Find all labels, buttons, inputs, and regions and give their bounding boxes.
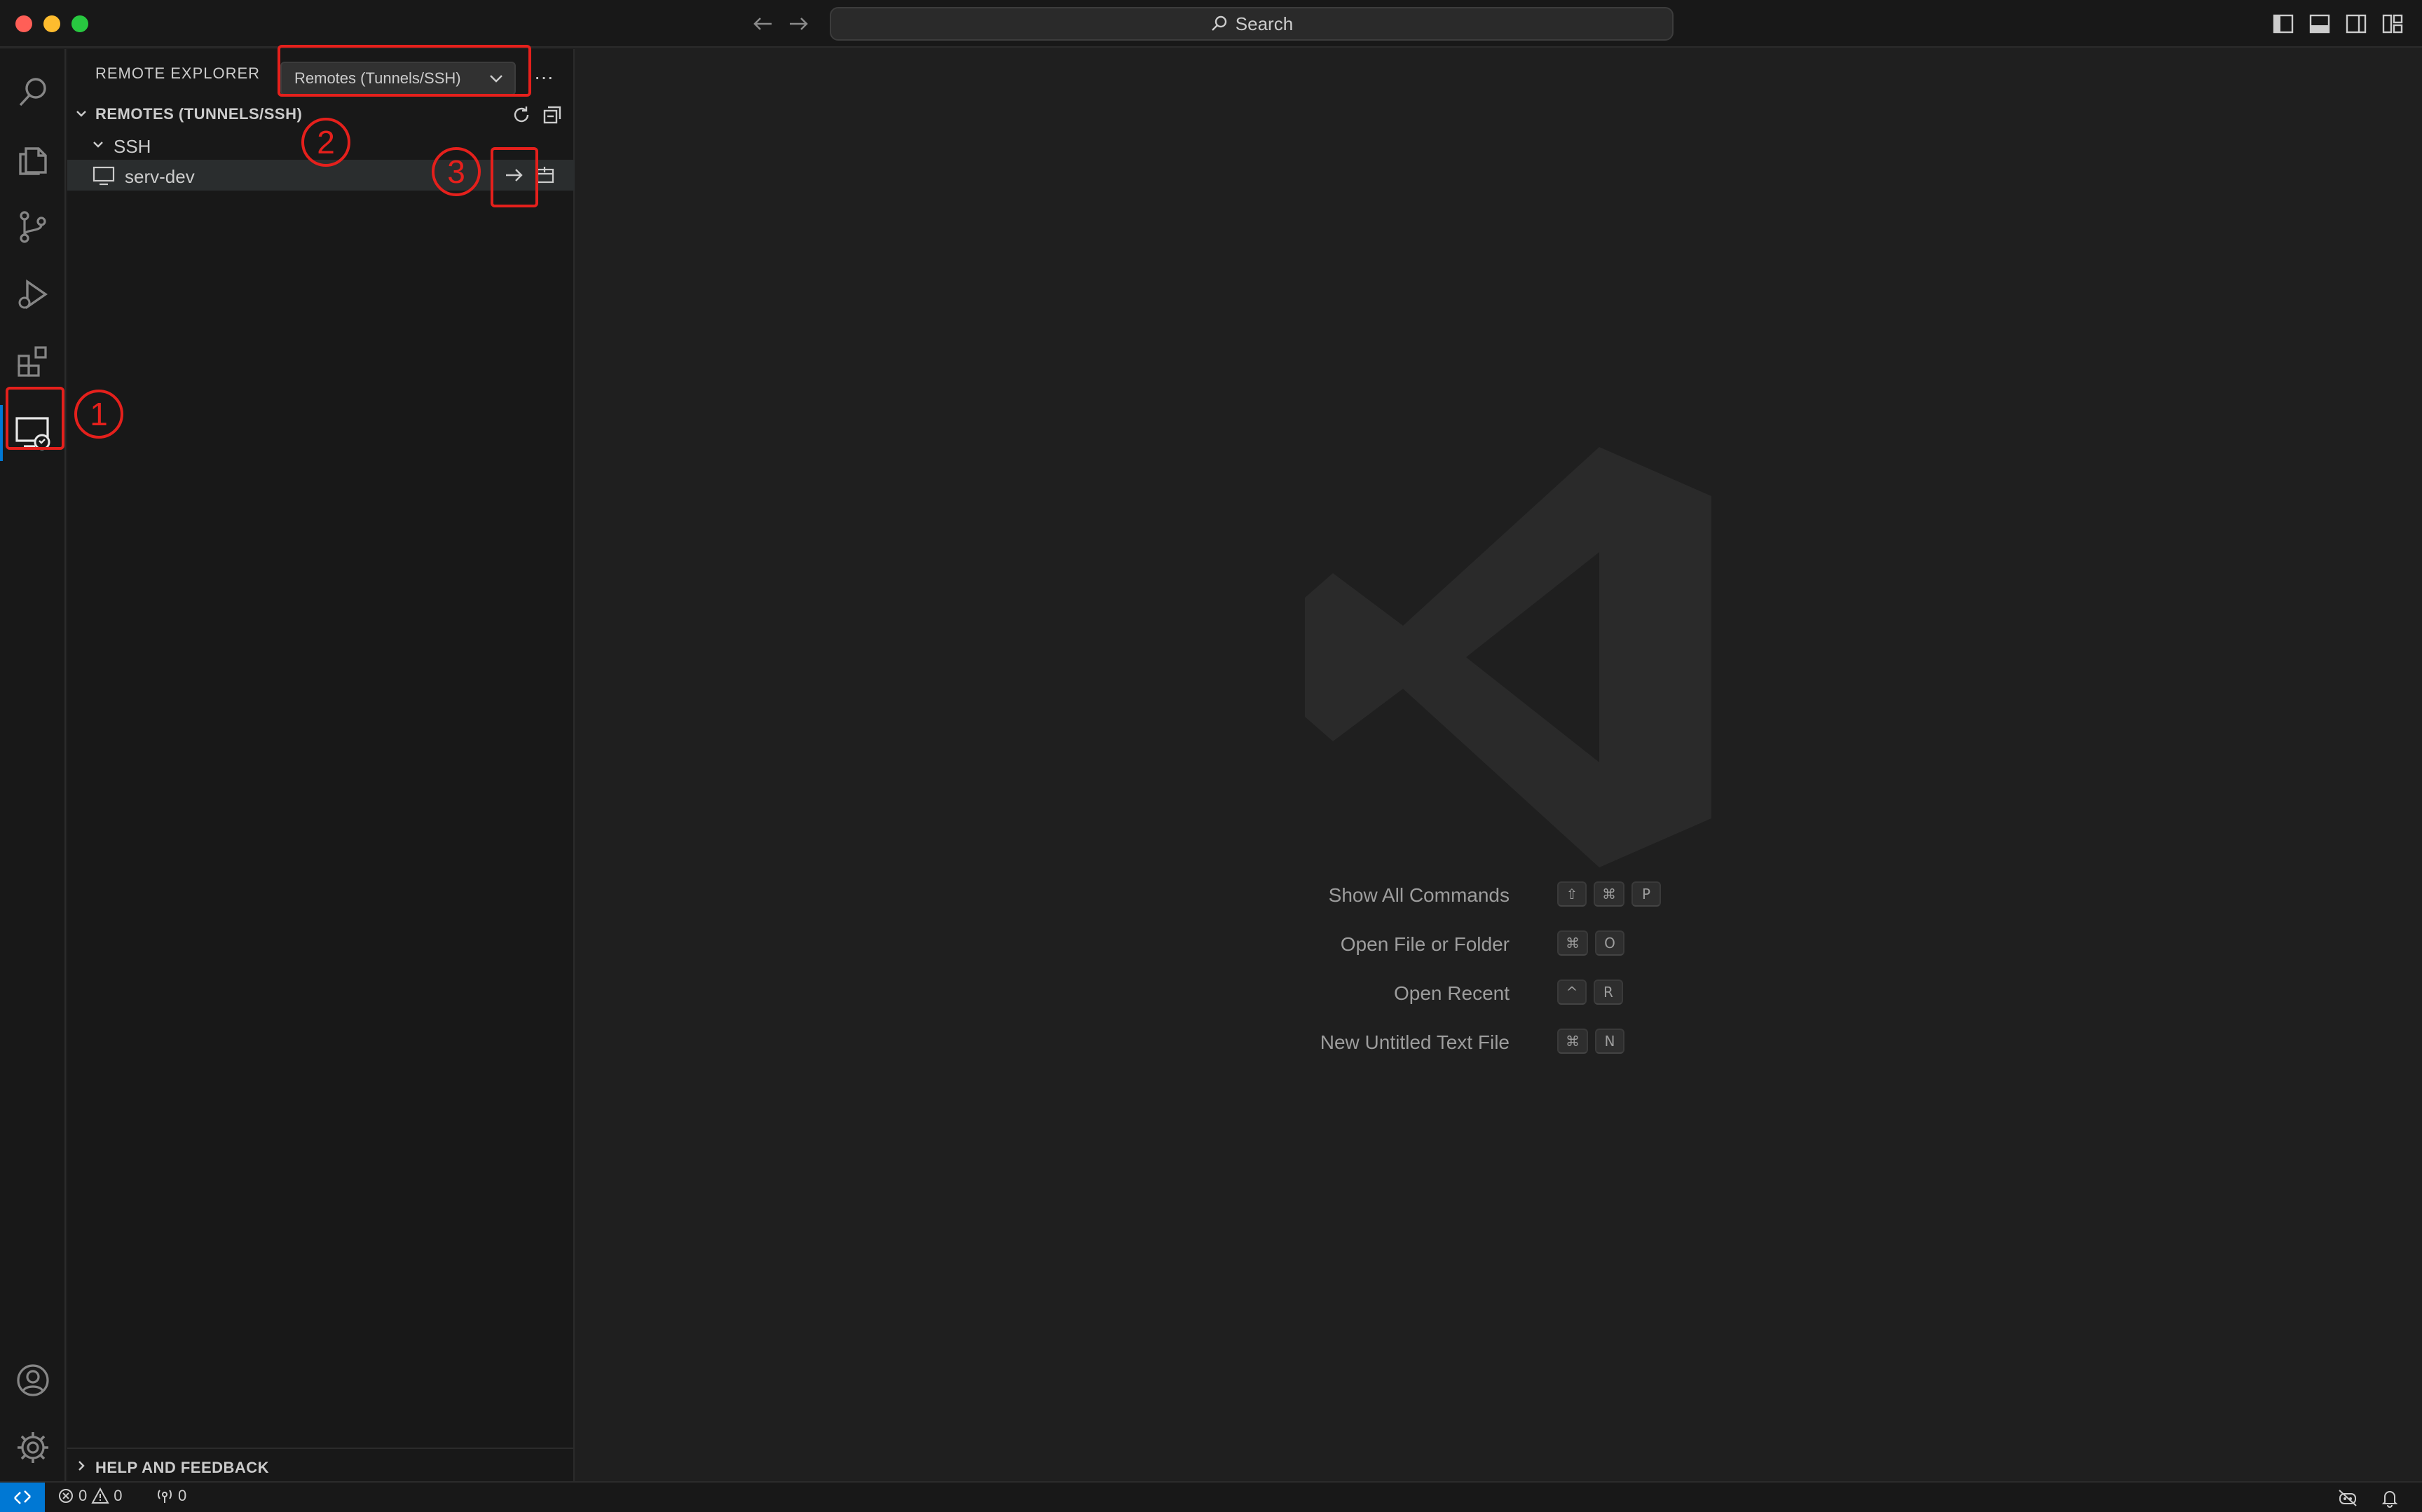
title-bar: Search	[0, 0, 2422, 48]
shortcut-keys: ^ R	[1557, 980, 1623, 1005]
activity-bar	[0, 49, 66, 1481]
shortcut-keys: ⌘ N	[1557, 1029, 1624, 1054]
host-label: serv-dev	[125, 166, 195, 187]
key: ⌘	[1557, 930, 1588, 956]
chevron-down-icon	[93, 142, 103, 148]
annotation-box-dropdown	[278, 45, 531, 97]
key: R	[1594, 980, 1623, 1005]
toggle-panel-icon[interactable]	[2307, 11, 2332, 36]
ssh-group-label: SSH	[114, 136, 151, 157]
annotation-box-remote-explorer	[6, 387, 64, 450]
vscode-logo-watermark-icon	[1305, 447, 1711, 867]
error-count: 0	[78, 1487, 88, 1504]
status-bar: 0 0 0	[0, 1481, 2422, 1512]
ports-count: 0	[178, 1487, 187, 1504]
key: O	[1595, 930, 1624, 956]
chevron-right-icon	[78, 1461, 85, 1471]
shortcut-label: Open File or Folder	[1340, 933, 1510, 955]
chevron-down-icon	[76, 111, 86, 117]
activity-extensions[interactable]	[0, 328, 66, 395]
activity-run-debug[interactable]	[0, 261, 66, 328]
shortcut-show-all-commands[interactable]: Show All Commands ⇧ ⌘ P	[576, 879, 2422, 912]
copilot-status[interactable]	[2337, 1487, 2359, 1509]
annotation-number-2: 2	[301, 118, 350, 167]
monitor-icon	[93, 166, 115, 186]
customize-layout-icon[interactable]	[2380, 11, 2405, 36]
sidebar-title: REMOTE EXPLORER	[95, 64, 261, 82]
ports-status[interactable]: 0	[156, 1487, 186, 1505]
back-arrow-icon[interactable]	[748, 10, 776, 38]
collapse-all-button[interactable]	[540, 102, 565, 128]
error-icon	[59, 1489, 73, 1503]
toggle-primary-sidebar-icon[interactable]	[2271, 11, 2296, 36]
more-actions-icon: ···	[534, 66, 554, 88]
shortcut-open-recent[interactable]: Open Recent ^ R	[576, 977, 2422, 1010]
annotation-box-connect	[491, 147, 538, 207]
key: ⌘	[1594, 881, 1624, 907]
problems-status[interactable]: 0 0	[57, 1487, 123, 1505]
annotation-number-3: 3	[432, 147, 481, 196]
activity-search[interactable]	[0, 59, 66, 126]
bell-icon	[2381, 1491, 2398, 1508]
remote-icon	[14, 1490, 31, 1504]
editor-area: Show All Commands ⇧ ⌘ P Open File or Fol…	[576, 49, 2422, 1481]
shortcut-open-file-folder[interactable]: Open File or Folder ⌘ O	[576, 928, 2422, 961]
shortcut-label: Open Recent	[1394, 982, 1510, 1004]
warning-count: 0	[114, 1487, 123, 1504]
refresh-button[interactable]	[509, 102, 534, 128]
more-actions-button[interactable]: ···	[528, 62, 559, 92]
annotation-number-1: 1	[74, 390, 123, 439]
run-debug-icon	[18, 279, 48, 310]
search-icon	[1211, 15, 1226, 31]
account-icon	[17, 1364, 49, 1396]
key: P	[1631, 881, 1661, 907]
collapse-all-icon	[543, 106, 561, 124]
copilot-disabled-icon	[2339, 1490, 2357, 1506]
command-center-search[interactable]: Search	[830, 7, 1674, 41]
broadcast-icon	[158, 1490, 172, 1503]
activity-source-control[interactable]	[0, 193, 66, 261]
notifications-button[interactable]	[2379, 1487, 2401, 1509]
key: ⌘	[1557, 1029, 1588, 1054]
help-feedback-section-header[interactable]: HELP AND FEEDBACK	[67, 1448, 575, 1481]
forward-arrow-icon[interactable]	[785, 10, 813, 38]
remotes-section-label: REMOTES (TUNNELS/SSH)	[95, 105, 303, 123]
activity-explorer[interactable]	[0, 126, 66, 193]
minimize-window-button[interactable]	[43, 15, 60, 32]
settings-gear-icon	[18, 1432, 48, 1463]
source-control-icon	[20, 211, 46, 243]
shortcut-new-untitled-file[interactable]: New Untitled Text File ⌘ N	[576, 1026, 2422, 1059]
activity-manage[interactable]	[0, 1414, 66, 1481]
search-label: Search	[1235, 13, 1294, 34]
key: N	[1595, 1029, 1624, 1054]
extensions-icon	[18, 346, 47, 377]
toggle-secondary-sidebar-icon[interactable]	[2344, 11, 2369, 36]
search-icon	[19, 78, 46, 106]
key: ⇧	[1557, 881, 1587, 907]
refresh-icon	[514, 106, 529, 123]
explorer-icon	[19, 147, 47, 175]
remote-explorer-sidebar: REMOTE EXPLORER Remotes (Tunnels/SSH) ··…	[67, 49, 575, 1481]
shortcut-keys: ⌘ O	[1557, 930, 1624, 956]
shortcut-label: New Untitled Text File	[1320, 1031, 1510, 1053]
key: ^	[1557, 980, 1587, 1005]
close-window-button[interactable]	[15, 15, 32, 32]
activity-accounts[interactable]	[0, 1347, 66, 1414]
maximize-window-button[interactable]	[71, 15, 88, 32]
warning-icon	[91, 1487, 109, 1504]
shortcut-keys: ⇧ ⌘ P	[1557, 881, 1661, 907]
remote-indicator-button[interactable]	[0, 1483, 45, 1512]
help-feedback-label: HELP AND FEEDBACK	[95, 1459, 270, 1476]
shortcut-label: Show All Commands	[1328, 884, 1510, 906]
